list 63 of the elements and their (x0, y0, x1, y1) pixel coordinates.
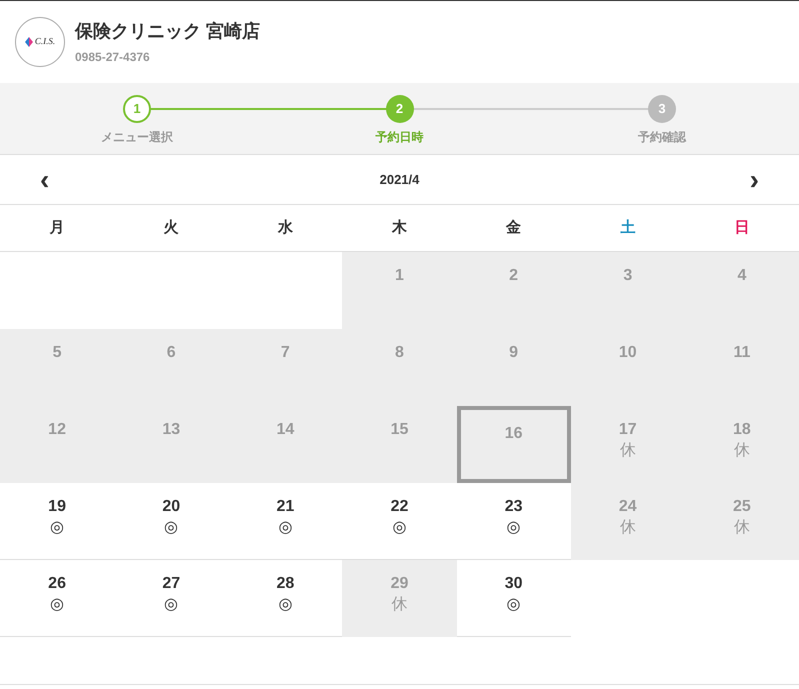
availability-mark: ◎ (164, 518, 178, 538)
day-cell[interactable]: 30 ◎ (456, 560, 571, 637)
weekday-label: 水 (278, 218, 293, 238)
day-number: 29 (390, 574, 408, 594)
day-number: 1 (395, 266, 404, 286)
day-number: 26 (48, 574, 66, 594)
weekday-label: 木 (392, 218, 407, 238)
day-number: 6 (166, 343, 176, 363)
day-number: 27 (162, 574, 180, 594)
day-number: 10 (618, 343, 637, 363)
day-number: 20 (162, 497, 180, 517)
weekday-label: 火 (164, 218, 179, 238)
shop-title: 保険クリニック 宮崎店 (75, 20, 260, 43)
day-number: 30 (504, 574, 523, 594)
day-cell[interactable]: 28 ◎ (228, 560, 342, 637)
availability-mark: ◎ (50, 518, 64, 538)
day-number: 23 (504, 497, 523, 517)
day-number: 24 (618, 497, 637, 517)
diamond-icon (24, 37, 33, 47)
weekday-label: 土 (620, 218, 636, 238)
day-number: 4 (737, 266, 746, 286)
day-number: 15 (390, 420, 408, 440)
availability-mark: 休 (734, 441, 750, 461)
step-label: メニュー選択 (101, 129, 173, 146)
day-number: 8 (395, 343, 404, 363)
day-number: 2 (509, 266, 518, 286)
weekday-label: 日 (734, 218, 750, 238)
weekday-label: 月 (50, 218, 65, 238)
step-label: 予約日時 (376, 129, 424, 146)
availability-mark: ◎ (278, 518, 292, 538)
previous-month-button[interactable]: ‹ (40, 166, 50, 194)
step-label: 予約確認 (638, 129, 686, 146)
next-month-button[interactable]: › (750, 166, 759, 194)
day-number: 12 (48, 420, 66, 440)
availability-mark: ◎ (506, 595, 521, 615)
availability-mark: 休 (620, 441, 636, 461)
day-number: 14 (276, 420, 294, 440)
day-number: 22 (390, 497, 408, 517)
day-number: 3 (623, 266, 632, 286)
availability-mark: ◎ (50, 595, 64, 615)
availability-mark: ◎ (506, 518, 521, 538)
day-number: 7 (280, 343, 290, 363)
day-number: 5 (52, 343, 62, 363)
weekday-label: 金 (506, 218, 522, 238)
day-number: 28 (276, 574, 294, 594)
month-label: 2021/4 (380, 170, 420, 189)
day-number: 13 (162, 420, 180, 440)
day-number: 16 (504, 424, 523, 444)
availability-mark: 休 (734, 518, 750, 538)
availability-mark: ◎ (278, 595, 292, 615)
availability-mark: ◎ (164, 595, 178, 615)
day-number: 17 (618, 420, 637, 440)
day-number: 25 (733, 497, 751, 517)
availability-mark: 休 (391, 595, 408, 615)
day-number: 19 (48, 497, 66, 517)
availability-mark: 休 (620, 518, 636, 538)
day-number: 11 (733, 343, 750, 363)
logo-text: C.I.S. (34, 35, 56, 48)
day-number: 18 (733, 420, 751, 440)
phone-number: 0985-27-4376 (75, 49, 151, 66)
day-number: 21 (276, 497, 294, 517)
availability-mark: ◎ (392, 518, 406, 538)
day-number: 9 (509, 343, 518, 363)
